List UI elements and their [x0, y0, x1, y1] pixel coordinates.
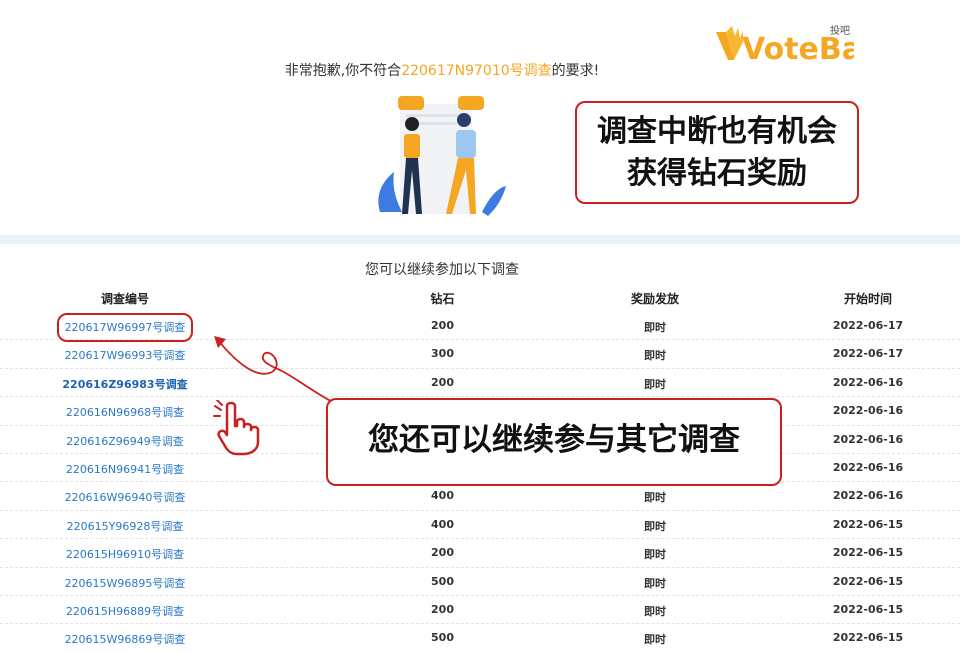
survey-link[interactable]: 220615Y96928号调查: [67, 520, 184, 533]
date-cell: 2022-06-16: [832, 460, 904, 474]
diamond-cell: 200: [431, 319, 454, 332]
diamond-cell: 400: [431, 489, 454, 503]
table-row[interactable]: 220615Y96928号调查 400 即时 2022-06-15: [0, 511, 960, 540]
survey-link[interactable]: 220615W96869号调查: [65, 633, 186, 646]
diamond-cell: 500: [431, 631, 454, 645]
other-surveys-callout: 您还可以继续参与其它调查: [326, 398, 782, 486]
svg-text:投吧: 投吧: [830, 24, 850, 37]
survey-link[interactable]: 220615H96889号调查: [66, 605, 184, 618]
header-start-time: 开始时间: [843, 292, 892, 306]
reward-cell: 即时: [644, 377, 666, 391]
survey-link[interactable]: 220617W96997号调查: [56, 313, 194, 342]
callout-line-2: 获得钻石奖励: [627, 156, 807, 191]
callout-line-1: 调查中断也有机会: [597, 114, 837, 149]
table-row[interactable]: 220615H96889号调查 200 即时 2022-06-15: [0, 596, 960, 625]
reward-cell: 即时: [644, 604, 666, 618]
reward-cell: 即时: [644, 349, 666, 363]
date-cell: 2022-06-15: [832, 602, 904, 616]
survey-link[interactable]: 220615W96895号调查: [65, 577, 186, 590]
survey-link[interactable]: 220616Z96949号调查: [66, 435, 184, 448]
survey-link[interactable]: 220616N96941号调查: [66, 463, 184, 476]
section-divider: [0, 235, 960, 244]
survey-link[interactable]: 220616N96968号调查: [66, 406, 184, 419]
survey-link[interactable]: 220617W96993号调查: [65, 349, 186, 362]
diamond-cell: 300: [431, 347, 454, 361]
table-header: 调查编号 钻石 奖励发放 开始时间: [0, 290, 960, 310]
date-cell: 2022-06-17: [832, 347, 904, 361]
table-row[interactable]: 220615W96895号调查 500 即时 2022-06-15: [0, 568, 960, 596]
reward-cell: 即时: [644, 519, 666, 533]
notice-survey-code: 220617N97010号调查: [401, 63, 552, 79]
conversation-illustration: [378, 96, 506, 216]
survey-link[interactable]: 220616Z96983号调查: [62, 378, 187, 391]
table-row[interactable]: 220617W96993号调查 300 即时 2022-06-17: [0, 340, 960, 369]
diamond-cell: 400: [431, 517, 454, 531]
date-cell: 2022-06-15: [832, 517, 904, 531]
reward-cell: 即时: [644, 548, 666, 562]
reward-cell: 即时: [644, 633, 666, 647]
diamond-reward-callout: 调查中断也有机会 获得钻石奖励: [575, 101, 859, 204]
table-row[interactable]: 220616W96940号调查 400 即时 2022-06-16: [0, 482, 960, 511]
survey-link[interactable]: 220615H96910号调查: [66, 548, 184, 561]
date-cell: 2022-06-16: [832, 432, 904, 446]
pointing-hand-icon: [213, 400, 260, 456]
table-row[interactable]: 220616Z96983号调查 200 即时 2022-06-16: [0, 369, 960, 398]
table-row[interactable]: 220615W96869号调查 500 即时 2022-06-15: [0, 624, 960, 651]
table-row[interactable]: 220615H96910号调查 200 即时 2022-06-15: [0, 539, 960, 568]
date-cell: 2022-06-15: [832, 631, 904, 645]
notice-prefix: 非常抱歉,你不符合: [284, 63, 402, 79]
reward-cell: 即时: [644, 321, 666, 334]
reward-cell: 即时: [644, 491, 666, 505]
diamond-cell: 500: [431, 574, 454, 588]
notice-suffix: 的要求!: [551, 63, 600, 79]
date-cell: 2022-06-15: [832, 546, 904, 560]
date-cell: 2022-06-16: [832, 489, 904, 503]
notice-message: 非常抱歉,你不符合220617N97010号调查的要求!: [0, 60, 884, 80]
date-cell: 2022-06-17: [832, 319, 904, 332]
diamond-cell: 200: [431, 546, 454, 560]
survey-link[interactable]: 220616W96940号调查: [65, 491, 186, 504]
list-title: 您可以继续参加以下调查: [365, 262, 519, 278]
curved-arrow-icon: [214, 336, 337, 405]
diamond-cell: 200: [431, 602, 454, 616]
date-cell: 2022-06-16: [832, 375, 904, 389]
diamond-cell: 200: [431, 375, 454, 389]
reward-cell: 即时: [644, 576, 666, 590]
date-cell: 2022-06-15: [832, 574, 904, 588]
table-row[interactable]: 220617W96997号调查 200 即时 2022-06-17: [0, 312, 960, 342]
header-diamonds: 钻石: [430, 292, 455, 306]
header-reward: 奖励发放: [630, 292, 679, 306]
header-survey-id: 调查编号: [100, 292, 149, 306]
date-cell: 2022-06-16: [832, 404, 904, 418]
